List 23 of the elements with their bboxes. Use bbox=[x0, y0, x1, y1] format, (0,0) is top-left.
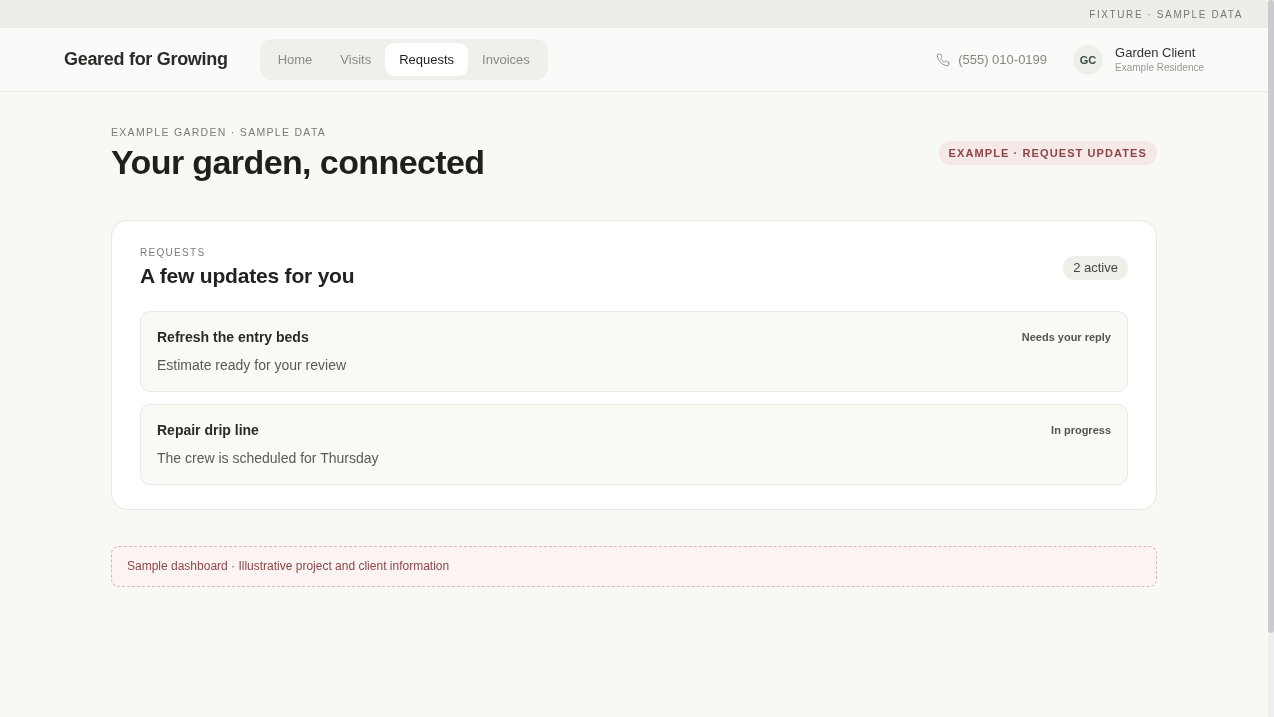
request-status: Needs your reply bbox=[1021, 331, 1111, 343]
account-name: Garden Client bbox=[1115, 45, 1197, 61]
request-title: Refresh the entry beds bbox=[157, 328, 309, 346]
phone-icon bbox=[936, 52, 951, 67]
request-title: Repair drip line bbox=[157, 421, 259, 439]
example-badge: EXAMPLE · REQUEST UPDATES bbox=[938, 141, 1157, 165]
card-eyebrow: REQUESTS bbox=[140, 247, 207, 259]
active-count: 2 active bbox=[1063, 256, 1128, 280]
request-status: In progress bbox=[1051, 424, 1111, 436]
account-subtitle: Example Residence bbox=[1115, 61, 1204, 74]
nav-tab[interactable]: Requests bbox=[385, 43, 469, 76]
fixture-label: FIXTURE · SAMPLE DATA bbox=[1089, 8, 1243, 20]
notice-text: Sample dashboard · Illustrative project and client information bbox=[127, 559, 450, 573]
request-detail: Estimate ready for your review bbox=[157, 356, 348, 374]
brand-name[interactable]: Geared for Growing bbox=[64, 49, 228, 70]
avatar-initials[interactable]: GC bbox=[1073, 44, 1104, 75]
request-item[interactable]: Repair drip line In progress The crew is scheduled for Thursday bbox=[140, 404, 1128, 485]
request-item[interactable]: Refresh the entry beds Needs your reply Estimate ready for your review bbox=[140, 311, 1128, 392]
page-eyebrow: EXAMPLE GARDEN · SAMPLE DATA bbox=[111, 126, 328, 138]
request-detail: The crew is scheduled for Thursday bbox=[157, 449, 380, 467]
card-title: A few updates for you bbox=[140, 263, 355, 289]
phone-link[interactable]: (555) 010-0199 bbox=[958, 52, 1048, 67]
page-title: Your garden, connected bbox=[111, 142, 485, 182]
